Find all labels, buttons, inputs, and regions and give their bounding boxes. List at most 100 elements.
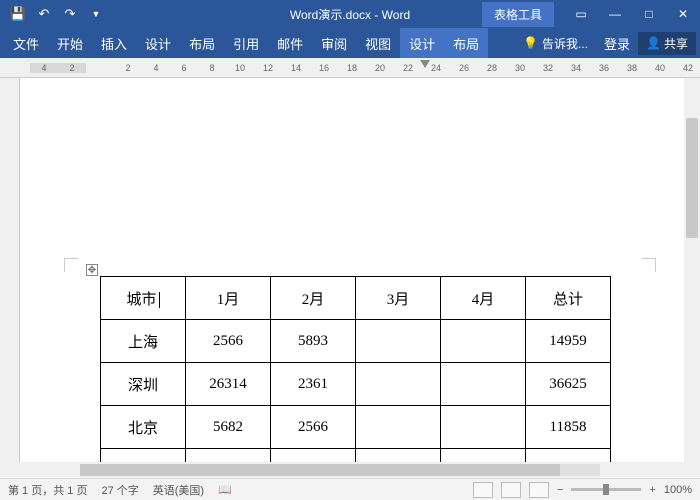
redo-icon[interactable]: ↷ [60,4,80,24]
table-cell[interactable]: 2566 [271,406,356,449]
table-cell[interactable]: 36625 [526,363,611,406]
table-cell[interactable] [441,320,526,363]
ruler-tick: 22 [394,63,422,73]
table-cell[interactable]: 2月 [271,277,356,320]
ruler-tick: 34 [562,63,590,73]
table-cell[interactable] [356,449,441,463]
ruler-tick: 2 [58,63,86,73]
table-cell[interactable]: 5682 [186,406,271,449]
table-cell[interactable]: 1月 [186,277,271,320]
data-table[interactable]: 城市1月2月3月4月总计上海2566589314959深圳26314236136… [100,276,611,462]
table-cell[interactable]: 5893 [271,320,356,363]
view-web-icon[interactable] [529,482,549,498]
zoom-in-icon[interactable]: + [649,484,655,496]
tab-review[interactable]: 审阅 [312,28,356,58]
table-cell[interactable]: 4月 [441,277,526,320]
vertical-scrollbar[interactable] [684,78,700,462]
scroll-thumb-h[interactable] [80,464,560,476]
share-button[interactable]: 👤 共享 [638,32,696,55]
page-count[interactable]: 第 1 页，共 1 页 [8,482,87,498]
table-row: 上海25665893 14959 [101,320,611,363]
page[interactable]: ✥ 城市1月2月3月4月总计上海2566589314959深圳263142361… [20,78,700,462]
margin-mark-tr [642,258,656,272]
maximize-icon[interactable]: □ [632,0,666,28]
doc-title-text: Word演示.docx - Word [290,6,410,23]
ruler-tick: 6 [170,63,198,73]
undo-icon[interactable]: ↶ [34,4,54,24]
word-count[interactable]: 27 个字 [101,482,138,498]
qat-dropdown-icon[interactable]: ▼ [86,4,106,24]
minimize-icon[interactable]: — [598,0,632,28]
horizontal-scrollbar[interactable] [0,462,700,478]
ruler-tick: 8 [198,63,226,73]
title-bar: 💾 ↶ ↷ ▼ Word演示.docx - Word 表格工具 ▭ — □ ✕ [0,0,700,28]
tab-view[interactable]: 视图 [356,28,400,58]
table-cell[interactable] [356,363,441,406]
tab-table-design[interactable]: 设计 [400,28,444,58]
lightbulb-icon: 💡 [523,36,538,50]
close-icon[interactable]: ✕ [666,0,700,28]
table-cell[interactable]: 深圳 [101,363,186,406]
table-cell[interactable]: 北京 [101,406,186,449]
table-cell[interactable] [441,449,526,463]
proofing-icon[interactable]: 📖 [218,483,232,496]
zoom-out-icon[interactable]: − [557,484,563,496]
zoom-level[interactable]: 100% [664,484,692,496]
contextual-tab-label: 表格工具 [482,2,554,27]
login-button[interactable]: 登录 [598,28,636,58]
vertical-ruler[interactable] [0,78,20,462]
tell-me-search[interactable]: 💡 告诉我... [515,35,596,52]
table-cell[interactable]: 2566 [186,320,271,363]
table-cell[interactable] [186,449,271,463]
table-cell[interactable]: 3月 [356,277,441,320]
ruler-tick: 36 [590,63,618,73]
table-row [101,449,611,463]
tab-file[interactable]: 文件 [4,28,48,58]
scroll-thumb-v[interactable] [686,118,698,238]
table-cell[interactable]: 26314 [186,363,271,406]
indent-marker-icon[interactable] [420,60,430,68]
tab-mailings[interactable]: 邮件 [268,28,312,58]
table-cell[interactable]: 总计 [526,277,611,320]
view-print-icon[interactable] [501,482,521,498]
tab-design[interactable]: 设计 [136,28,180,58]
tab-insert[interactable]: 插入 [92,28,136,58]
tab-layout[interactable]: 布局 [180,28,224,58]
tab-home[interactable]: 开始 [48,28,92,58]
ruler-tick: 4 [30,63,58,73]
table-cell[interactable] [441,406,526,449]
table-cell[interactable] [101,449,186,463]
ribbon-options-icon[interactable]: ▭ [564,0,598,28]
ruler-tick: 30 [506,63,534,73]
share-icon: 👤 [646,36,661,50]
horizontal-ruler[interactable]: 4224681012141618202224262830323436384042 [0,58,700,78]
language-status[interactable]: 英语(美国) [153,482,204,498]
table-cell[interactable] [441,363,526,406]
table-row: 北京56822566 11858 [101,406,611,449]
ruler-tick: 26 [450,63,478,73]
ruler-tick: 40 [646,63,674,73]
table-cell[interactable]: 14959 [526,320,611,363]
quick-access-toolbar: 💾 ↶ ↷ ▼ [0,4,114,24]
ruler-tick: 32 [534,63,562,73]
view-read-icon[interactable] [473,482,493,498]
tab-references[interactable]: 引用 [224,28,268,58]
table-cell[interactable] [271,449,356,463]
margin-mark-tl [64,258,78,272]
table-cell[interactable]: 11858 [526,406,611,449]
table-cell[interactable]: 2361 [271,363,356,406]
ruler-tick: 2 [114,63,142,73]
table-cell[interactable] [356,406,441,449]
save-icon[interactable]: 💾 [8,4,28,24]
ribbon-tabs: 文件 开始 插入 设计 布局 引用 邮件 审阅 视图 设计 布局 💡 告诉我..… [0,28,700,58]
zoom-slider[interactable] [571,488,641,491]
table-cell[interactable] [526,449,611,463]
table-cell[interactable] [356,320,441,363]
table-row: 城市1月2月3月4月总计 [101,277,611,320]
table-cell[interactable]: 上海 [101,320,186,363]
tab-table-layout[interactable]: 布局 [444,28,488,58]
tell-me-text: 告诉我... [542,35,588,52]
ruler-tick: 4 [142,63,170,73]
table-move-handle-icon[interactable]: ✥ [86,264,98,276]
table-cell[interactable]: 城市 [101,277,186,320]
